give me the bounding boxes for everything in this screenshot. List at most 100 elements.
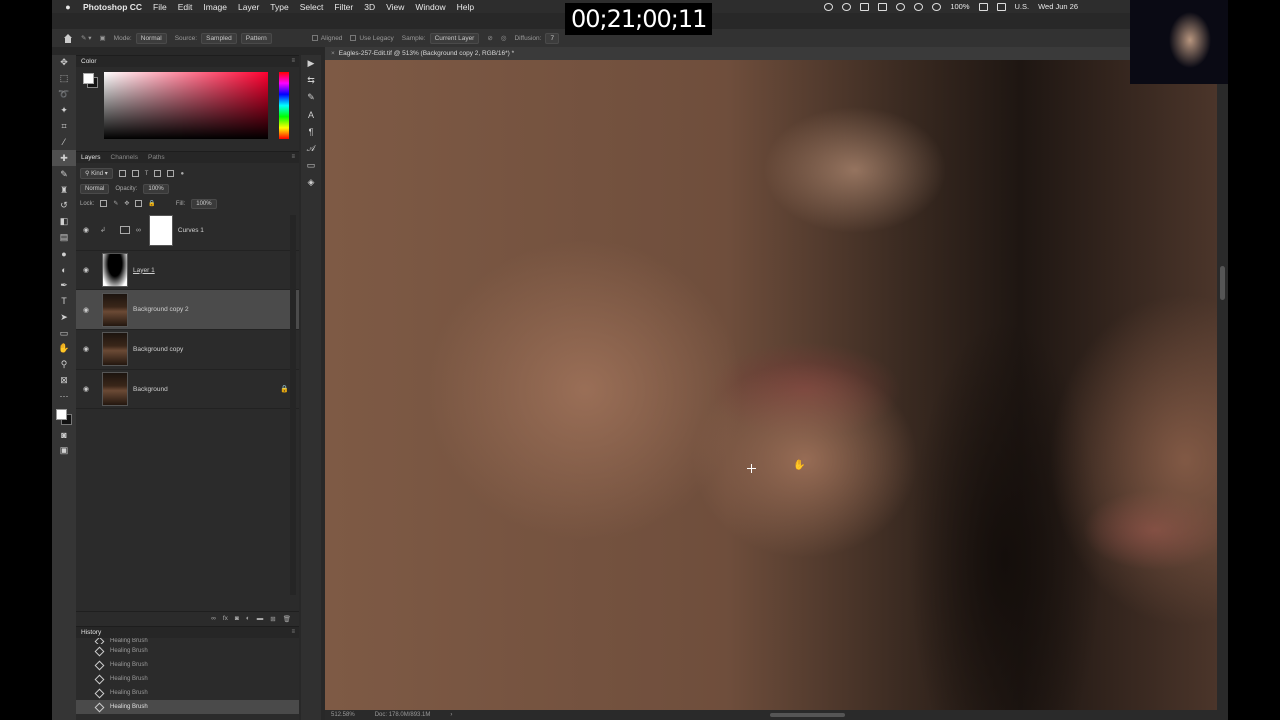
aligned-check-box[interactable] — [311, 35, 318, 41]
color-swatches[interactable] — [52, 405, 76, 427]
creative-cloud-icon[interactable] — [824, 2, 834, 11]
lock-pixels-icon[interactable]: ✎ — [113, 200, 118, 207]
layers-scrollbar[interactable] — [290, 215, 296, 595]
bluetooth-icon[interactable] — [914, 2, 924, 11]
diffusion-input[interactable]: 7 — [545, 32, 560, 44]
lock-position-icon[interactable]: ✥ — [124, 200, 129, 207]
history-brush-tool-icon[interactable]: ↺ — [52, 198, 76, 214]
wifi-icon[interactable] — [932, 2, 942, 11]
document-tab[interactable]: × Eagles-257-Edit.tif @ 513% (Background … — [325, 47, 1228, 60]
pen-tool-icon[interactable]: ✒ — [52, 277, 76, 293]
notification-icon[interactable] — [878, 2, 888, 11]
apple-menu-icon[interactable]: ● — [62, 2, 74, 12]
link-chain-icon[interactable]: ∞ — [136, 227, 141, 234]
add-mask-icon[interactable]: ◙ — [235, 615, 239, 622]
screen-mode-icon[interactable]: ▣ — [52, 442, 76, 458]
magic-wand-tool-icon[interactable]: ✦ — [52, 103, 76, 119]
tab-paths[interactable]: Paths — [143, 154, 170, 161]
menu-layer[interactable]: Layer — [238, 2, 259, 12]
menu-select[interactable]: Select — [300, 2, 324, 12]
mode-select[interactable]: Normal — [135, 32, 167, 44]
color-foreground-swatch[interactable] — [83, 73, 94, 84]
layer-row-background[interactable]: ◉ Background 🔒 — [76, 370, 299, 410]
rectangle-tool-icon[interactable]: ▭ — [52, 325, 76, 341]
history-item[interactable]: Healing Brush — [76, 672, 299, 686]
panel-menu-icon[interactable]: ≡ — [291, 58, 295, 64]
clone-source-icon[interactable]: ◈ — [301, 174, 321, 191]
artboard-tool-icon[interactable]: ⊠ — [52, 373, 76, 389]
close-tab-icon[interactable]: × — [331, 50, 335, 57]
history-menu-icon[interactable]: ≡ — [291, 629, 295, 635]
source-pattern-button[interactable]: Pattern — [240, 32, 272, 44]
filter-smart-object-icon[interactable] — [167, 170, 175, 177]
lock-artboard-icon[interactable] — [135, 200, 143, 207]
blend-mode-select[interactable]: Normal — [80, 183, 110, 194]
menu-view[interactable]: View — [386, 2, 404, 12]
source-sampled-button[interactable]: Sampled — [201, 32, 237, 44]
hand-tool-icon[interactable]: ✋ — [52, 341, 76, 357]
layer-thumbnail[interactable] — [102, 372, 128, 407]
healing-brush-tool-icon[interactable]: ✚ — [52, 150, 76, 167]
character-icon[interactable]: A — [301, 106, 321, 123]
battery-percent[interactable]: 100% — [950, 2, 969, 11]
lock-all-icon[interactable]: 🔒 — [148, 200, 155, 207]
image-canvas[interactable]: ✋ — [325, 60, 1217, 710]
move-tool-icon[interactable]: ✥ — [52, 55, 76, 71]
history-item-current[interactable]: Healing Brush — [76, 700, 299, 714]
history-item[interactable]: Healing Brush — [76, 686, 299, 700]
layer-row-background-copy-2[interactable]: ◉ Background copy 2 — [76, 290, 299, 331]
filter-adjustment-icon[interactable] — [131, 170, 139, 177]
new-layer-icon[interactable]: ⊞ — [270, 615, 275, 623]
canvas-vertical-scrollbar[interactable] — [1217, 60, 1228, 710]
layer-thumbnail[interactable] — [102, 253, 128, 288]
dropbox-icon[interactable] — [860, 2, 870, 11]
brush-preset-icon[interactable]: ▣ — [100, 34, 106, 42]
layer-row-layer-1[interactable]: ◉ Layer 1 — [76, 251, 299, 291]
ignore-adjustment-icon[interactable]: ⊘ — [487, 34, 492, 42]
crop-tool-icon[interactable]: ⌗ — [52, 119, 76, 135]
use-legacy-checkbox[interactable]: Use Legacy — [350, 35, 394, 42]
visibility-eye-icon[interactable]: ◉ — [78, 345, 94, 353]
marquee-tool-icon[interactable]: ⬚ — [52, 71, 76, 87]
battery-icon[interactable] — [978, 2, 988, 11]
tab-layers[interactable]: Layers — [76, 154, 106, 161]
history-item[interactable]: Healing Brush — [76, 658, 299, 672]
brush-tool-icon[interactable]: ✎ — [52, 166, 76, 182]
color-field[interactable] — [104, 72, 268, 139]
more-tools-icon[interactable]: ⋯ — [52, 389, 76, 405]
layer-thumbnail[interactable] — [102, 292, 128, 327]
input-source[interactable]: U.S. — [1015, 2, 1030, 11]
blur-tool-icon[interactable]: ● — [52, 246, 76, 262]
tab-color[interactable]: Color — [76, 58, 102, 65]
filter-toggle-icon[interactable]: ● — [180, 171, 184, 177]
delete-layer-icon[interactable]: 🗑 — [283, 615, 291, 623]
layer-style-icon[interactable]: fx — [223, 615, 228, 622]
menu-type[interactable]: Type — [270, 2, 288, 12]
zoom-level[interactable]: 512.58% — [331, 712, 355, 718]
menu-window[interactable]: Window — [415, 2, 445, 12]
lock-transparent-icon[interactable] — [100, 200, 108, 207]
path-selection-tool-icon[interactable]: ➤ — [52, 309, 76, 325]
menu-image[interactable]: Image — [203, 2, 227, 12]
pressure-icon[interactable]: ◎ — [501, 34, 507, 42]
link-layers-icon[interactable]: ∞ — [211, 615, 216, 622]
filter-pixel-icon[interactable] — [118, 170, 126, 177]
paragraph-icon[interactable]: ¶ — [301, 123, 321, 140]
glyphs-icon[interactable]: 𝒜 — [301, 140, 321, 157]
use-legacy-check-box[interactable] — [350, 35, 357, 41]
layers-menu-icon[interactable]: ≡ — [291, 154, 295, 160]
clock[interactable]: Wed Jun 26 — [1038, 2, 1078, 11]
canvas-horizontal-scrollbar[interactable] — [770, 713, 845, 717]
layer-row-curves[interactable]: ◉ ↲ ∞ Curves 1 — [76, 211, 299, 251]
menu-3d[interactable]: 3D — [364, 2, 375, 12]
layer-row-background-copy[interactable]: ◉ Background copy — [76, 330, 299, 370]
adjustments-icon[interactable]: ⇆ — [301, 72, 321, 89]
foreground-color-swatch[interactable] — [56, 408, 67, 420]
layer-thumbnail[interactable] — [102, 332, 128, 367]
menu-edit[interactable]: Edit — [178, 2, 193, 12]
sample-select[interactable]: Current Layer — [429, 32, 480, 44]
new-group-icon[interactable]: ▬ — [257, 615, 264, 622]
brush-settings-icon[interactable]: ✎ — [301, 89, 321, 106]
quick-mask-icon[interactable]: ◙ — [52, 427, 76, 443]
layer-mask-thumbnail[interactable] — [148, 214, 173, 246]
